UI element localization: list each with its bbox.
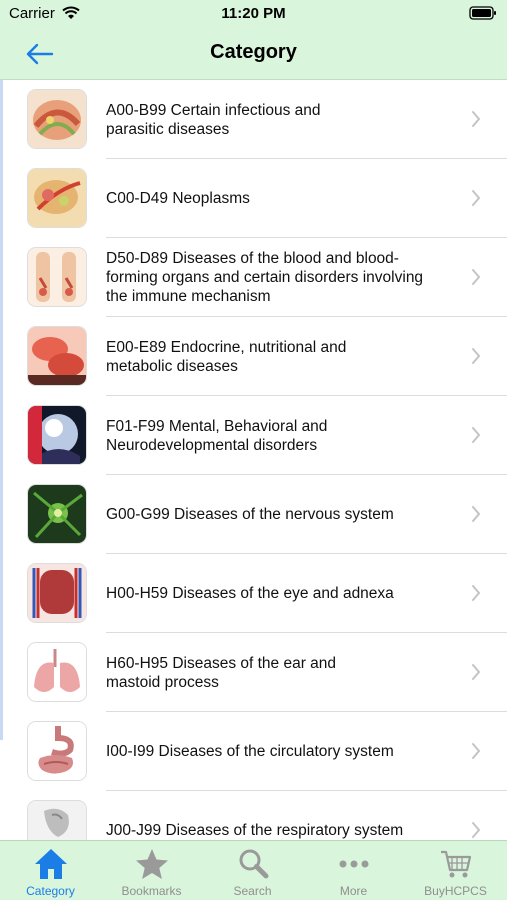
chevron-right-icon bbox=[472, 111, 481, 127]
tab-label: More bbox=[339, 884, 368, 898]
chevron-right-icon bbox=[472, 190, 481, 206]
category-row[interactable]: H00-H59 Diseases of the eye and adnexa bbox=[0, 554, 507, 633]
blood-icon bbox=[28, 248, 86, 306]
tab-bookmarks[interactable]: Bookmarks bbox=[101, 841, 202, 900]
category-row[interactable]: I00-I99 Diseases of the circulatory syst… bbox=[0, 712, 507, 791]
category-row[interactable]: D50-D89 Diseases of the blood and blood-… bbox=[0, 238, 507, 317]
row-label: A00-B99 Certain infectious and parasitic… bbox=[106, 101, 321, 138]
chevron-right-icon bbox=[472, 743, 481, 759]
navigation-bar: Category bbox=[0, 28, 507, 80]
infection-icon bbox=[28, 90, 86, 148]
eye-icon bbox=[28, 564, 86, 622]
status-bar: Carrier 11:20 PM bbox=[0, 0, 507, 28]
lungs-icon bbox=[28, 643, 86, 701]
chevron-right-icon bbox=[472, 822, 481, 838]
chevron-right-icon bbox=[472, 506, 481, 522]
category-list: A00-B99 Certain infectious and parasitic… bbox=[0, 80, 507, 840]
category-row[interactable]: E00-E89 Endocrine, nutritional and metab… bbox=[0, 317, 507, 396]
star-icon bbox=[135, 849, 168, 879]
row-label: J00-J99 Diseases of the respiratory syst… bbox=[106, 822, 404, 839]
category-row[interactable]: G00-G99 Diseases of the nervous system bbox=[0, 475, 507, 554]
tab-buyhcpcs[interactable]: BuyHCPCS bbox=[404, 841, 507, 900]
tab-category[interactable]: Category bbox=[0, 841, 101, 900]
respiratory-icon bbox=[28, 801, 86, 840]
search-icon bbox=[239, 849, 268, 879]
tab-label: Bookmarks bbox=[121, 884, 182, 898]
category-row[interactable]: A00-B99 Certain infectious and parasitic… bbox=[0, 80, 507, 159]
endocrine-icon bbox=[28, 327, 86, 385]
tab-search[interactable]: Search bbox=[202, 841, 303, 900]
brain-icon bbox=[28, 406, 86, 464]
neoplasm-icon bbox=[28, 169, 86, 227]
row-label: F01-F99 Mental, Behavioral and Neurodeve… bbox=[106, 417, 328, 454]
row-label: D50-D89 Diseases of the blood and blood-… bbox=[106, 250, 424, 305]
tab-label: Search bbox=[233, 884, 272, 898]
tab-label: BuyHCPCS bbox=[424, 884, 487, 898]
tab-label: Category bbox=[26, 884, 75, 898]
digestive-icon bbox=[28, 722, 86, 780]
chevron-right-icon bbox=[472, 269, 481, 285]
more-icon bbox=[339, 860, 368, 868]
chevron-right-icon bbox=[472, 348, 481, 364]
clock: 11:20 PM bbox=[221, 5, 286, 22]
cart-icon bbox=[440, 850, 471, 878]
chevron-right-icon bbox=[472, 664, 481, 680]
category-row[interactable]: H60-H95 Diseases of the ear and mastoid … bbox=[0, 633, 507, 712]
neuron-icon bbox=[28, 485, 86, 543]
category-row[interactable]: J00-J99 Diseases of the respiratory syst… bbox=[0, 791, 507, 840]
row-label: I00-I99 Diseases of the circulatory syst… bbox=[106, 743, 394, 760]
home-icon bbox=[34, 849, 67, 879]
row-label: E00-E89 Endocrine, nutritional and metab… bbox=[106, 338, 347, 375]
chevron-right-icon bbox=[472, 427, 481, 443]
tab-more[interactable]: More bbox=[303, 841, 404, 900]
tab-bar: Category Bookmarks Search More BuyHCPCS bbox=[0, 840, 507, 900]
row-label: G00-G99 Diseases of the nervous system bbox=[106, 506, 394, 523]
category-row[interactable]: F01-F99 Mental, Behavioral and Neurodeve… bbox=[0, 396, 507, 475]
row-label: H00-H59 Diseases of the eye and adnexa bbox=[106, 585, 394, 602]
category-row[interactable]: C00-D49 Neoplasms bbox=[0, 159, 507, 238]
chevron-right-icon bbox=[472, 585, 481, 601]
battery-icon bbox=[469, 6, 496, 20]
row-label: H60-H95 Diseases of the ear and mastoid … bbox=[106, 654, 337, 691]
page-title: Category bbox=[210, 41, 297, 63]
row-label: C00-D49 Neoplasms bbox=[106, 190, 250, 207]
